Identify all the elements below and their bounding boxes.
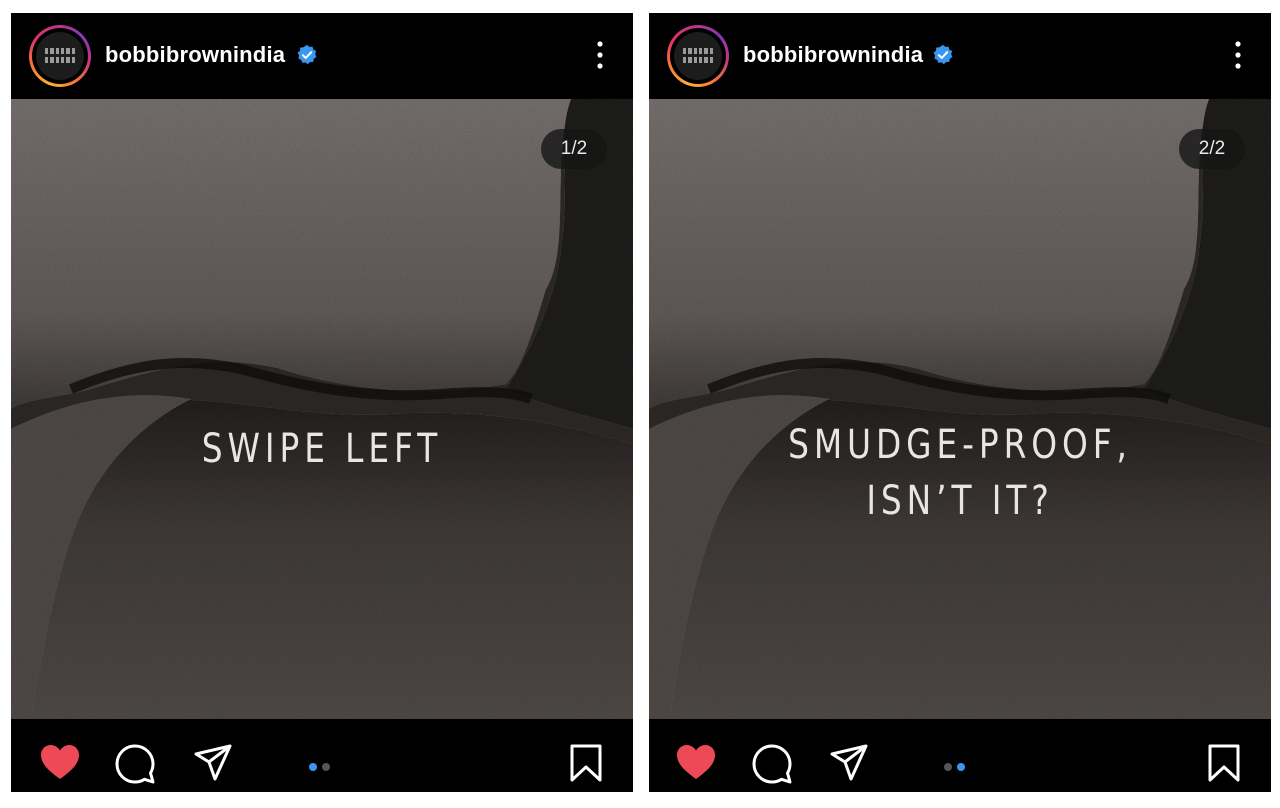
texture-background xyxy=(11,99,633,719)
instagram-post-2: bobbibrownindia 2/2 SMUDGE-PROOF, ISN’T … xyxy=(649,13,1271,792)
post-action-bar xyxy=(649,719,1271,792)
post-headline: SMUDGE-PROOF, ISN’T IT? xyxy=(705,417,1215,529)
bookmark-icon[interactable] xyxy=(569,743,603,783)
share-icon[interactable] xyxy=(829,743,869,783)
post-header: bobbibrownindia xyxy=(11,13,633,99)
headline-line-2: ISN’T IT? xyxy=(866,478,1054,524)
brand-logo-icon xyxy=(683,48,713,64)
post-action-bar xyxy=(11,719,633,792)
more-options-icon[interactable] xyxy=(597,40,603,70)
comment-icon[interactable] xyxy=(114,743,156,785)
texture-background xyxy=(649,99,1271,719)
headline-line-1: SMUDGE-PROOF, xyxy=(788,422,1132,468)
comment-icon[interactable] xyxy=(751,743,793,785)
carousel-counter: 1/2 xyxy=(541,129,607,169)
carousel-dot-2 xyxy=(957,763,965,771)
post-image[interactable]: 2/2 SMUDGE-PROOF, ISN’T IT? xyxy=(649,99,1271,719)
more-options-icon[interactable] xyxy=(1235,40,1241,70)
share-icon[interactable] xyxy=(193,743,233,783)
instagram-post-1: bobbibrownindia 1/2 SWIPE LEFT xyxy=(11,13,633,792)
post-image[interactable]: 1/2 SWIPE LEFT xyxy=(11,99,633,719)
username-link[interactable]: bobbibrownindia xyxy=(105,42,285,68)
carousel-dot-1 xyxy=(944,763,952,771)
carousel-dots xyxy=(944,763,965,771)
verified-badge-icon xyxy=(297,44,317,65)
headline-line-1: SWIPE LEFT xyxy=(201,426,443,472)
heart-icon[interactable] xyxy=(39,743,81,781)
carousel-dots xyxy=(309,763,330,771)
post-headline: SWIPE LEFT xyxy=(67,421,577,477)
profile-avatar[interactable] xyxy=(29,25,91,87)
brand-logo-icon xyxy=(45,48,75,64)
profile-avatar[interactable] xyxy=(667,25,729,87)
verified-badge-icon xyxy=(933,44,953,65)
username-link[interactable]: bobbibrownindia xyxy=(743,42,923,68)
heart-icon[interactable] xyxy=(675,743,717,781)
carousel-dot-1 xyxy=(309,763,317,771)
carousel-counter: 2/2 xyxy=(1179,129,1245,169)
carousel-dot-2 xyxy=(322,763,330,771)
bookmark-icon[interactable] xyxy=(1207,743,1241,783)
post-header: bobbibrownindia xyxy=(649,13,1271,99)
